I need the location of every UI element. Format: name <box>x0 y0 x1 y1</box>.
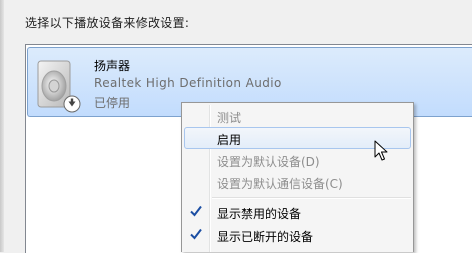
disabled-down-arrow-icon <box>63 95 81 113</box>
menu-item-label: 显示禁用的设备 <box>217 207 302 221</box>
menu-item-show-disabled[interactable]: 显示禁用的设备 <box>184 201 411 223</box>
menu-item-set-default-comm[interactable]: 设置为默认通信设备(C) <box>184 171 411 193</box>
menu-item-label: 设置为默认通信设备(C) <box>217 177 343 191</box>
device-status: 已停用 <box>94 96 131 110</box>
menu-separator <box>212 197 411 199</box>
device-driver: Realtek High Definition Audio <box>94 76 282 90</box>
check-icon <box>190 228 202 240</box>
menu-item-show-disconnected[interactable]: 显示已断开的设备 <box>184 224 411 246</box>
menu-item-label: 测试 <box>217 111 242 125</box>
device-name: 扬声器 <box>94 59 131 73</box>
menu-item-label: 设置为默认设备(D) <box>217 155 320 169</box>
menu-item-label: 显示已断开的设备 <box>217 230 314 244</box>
check-icon <box>190 205 202 217</box>
context-menu: 测试 启用 设置为默认设备(D) 设置为默认通信设备(C) 显示禁用的设备 显示… <box>181 102 414 252</box>
menu-item-label: 启用 <box>217 133 242 147</box>
menu-item-test[interactable]: 测试 <box>184 105 411 127</box>
window-left-edge <box>0 0 4 252</box>
instruction-text: 选择以下播放设备来修改设置: <box>25 16 190 30</box>
speaker-icon <box>37 60 81 113</box>
mouse-cursor-icon <box>374 140 388 161</box>
